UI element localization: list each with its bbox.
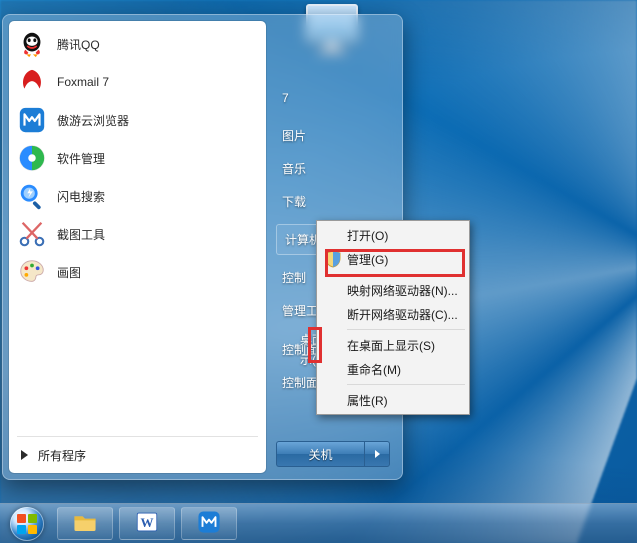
- taskbar-word[interactable]: W: [119, 507, 175, 540]
- ctx-open[interactable]: 打开(O): [319, 223, 467, 247]
- program-label: Foxmail 7: [57, 75, 109, 89]
- taskbar-explorer[interactable]: [57, 507, 113, 540]
- ctx-label: 断开网络驱动器(C)...: [347, 306, 458, 323]
- program-label: 傲游云浏览器: [57, 112, 129, 129]
- folder-icon: [72, 509, 98, 538]
- ctx-label: 在桌面上显示(S): [347, 337, 435, 354]
- program-software-manager[interactable]: 软件管理: [11, 139, 264, 177]
- right-link-downloads[interactable]: 下载: [276, 185, 390, 218]
- program-screenshot-tool[interactable]: 截图工具: [11, 215, 264, 253]
- right-link-seven[interactable]: 7: [276, 83, 390, 113]
- ctx-label: 映射网络驱动器(N)...: [347, 282, 458, 299]
- program-label: 软件管理: [57, 150, 105, 167]
- maxthon-icon: [17, 105, 47, 135]
- ctx-label: 打开(O): [347, 227, 388, 244]
- right-link-label: 控制: [282, 271, 306, 285]
- program-paint[interactable]: 画图: [11, 253, 264, 291]
- scissor-icon: [17, 219, 47, 249]
- ctx-disconnect-drive[interactable]: 断开网络驱动器(C)...: [319, 302, 467, 326]
- right-link-label: 图片: [282, 129, 306, 143]
- ctx-manage[interactable]: 管理(G): [319, 247, 467, 271]
- shield-icon: [323, 249, 343, 269]
- program-label: 截图工具: [57, 226, 105, 243]
- arrow-right-icon: [21, 450, 28, 460]
- taskbar: W: [0, 503, 637, 543]
- software-manager-icon: [17, 143, 47, 173]
- ctx-map-drive[interactable]: 映射网络驱动器(N)...: [319, 278, 467, 302]
- ctx-show-on-desktop[interactable]: 在桌面上显示(S): [319, 333, 467, 357]
- right-link-label: 7: [282, 91, 289, 105]
- shutdown-button[interactable]: 关机: [276, 441, 364, 467]
- right-link-music[interactable]: 音乐: [276, 152, 390, 185]
- program-maxthon[interactable]: 傲游云浏览器: [11, 101, 264, 139]
- program-list: 腾讯QQ Foxmail 7 傲游云浏览器 软件管理: [11, 25, 264, 432]
- context-menu-computer: 打开(O) 管理(G) 映射网络驱动器(N)... 断开网络驱动器(C)... …: [316, 220, 470, 415]
- ctx-separator: [347, 329, 465, 330]
- word-icon: W: [134, 509, 160, 538]
- windows-orb-icon: [10, 507, 44, 541]
- paint-icon: [17, 257, 47, 287]
- start-button[interactable]: [4, 506, 50, 541]
- ctx-label: 属性(R): [347, 392, 388, 409]
- right-link-pictures[interactable]: 图片: [276, 119, 390, 152]
- program-tencent-qq[interactable]: 腾讯QQ: [11, 25, 264, 63]
- ctx-label: 重命名(M): [347, 361, 401, 378]
- windows-flag-icon: [17, 514, 37, 534]
- ctx-separator: [347, 384, 465, 385]
- ctx-properties[interactable]: 属性(R): [319, 388, 467, 412]
- program-foxmail[interactable]: Foxmail 7: [11, 63, 264, 101]
- program-label: 画图: [57, 264, 81, 281]
- shutdown-row: 关机: [276, 441, 390, 467]
- maxthon-icon: [196, 509, 222, 538]
- ctx-separator: [347, 274, 465, 275]
- all-programs-label: 所有程序: [38, 447, 86, 464]
- start-menu-left-pane: 腾讯QQ Foxmail 7 傲游云浏览器 软件管理: [9, 21, 266, 473]
- ctx-label: 管理(G): [347, 251, 388, 268]
- shutdown-options-button[interactable]: [364, 441, 390, 467]
- program-lightning-search[interactable]: 闪电搜索: [11, 177, 264, 215]
- chevron-right-icon: [375, 450, 380, 458]
- right-link-label: 音乐: [282, 162, 306, 176]
- svg-text:W: W: [141, 515, 154, 530]
- all-programs[interactable]: 所有程序: [11, 441, 264, 469]
- divider: [17, 436, 258, 437]
- program-label: 闪电搜索: [57, 188, 105, 205]
- qq-icon: [17, 29, 47, 59]
- right-link-label: 管理工: [282, 304, 318, 318]
- taskbar-maxthon[interactable]: [181, 507, 237, 540]
- right-link-label: 下载: [282, 195, 306, 209]
- ctx-rename[interactable]: 重命名(M): [319, 357, 467, 381]
- shutdown-label: 关机: [308, 446, 332, 463]
- right-link-label: 控制面: [282, 376, 318, 390]
- program-label: 腾讯QQ: [57, 36, 100, 53]
- foxmail-icon: [17, 67, 47, 97]
- lightning-search-icon: [17, 181, 47, 211]
